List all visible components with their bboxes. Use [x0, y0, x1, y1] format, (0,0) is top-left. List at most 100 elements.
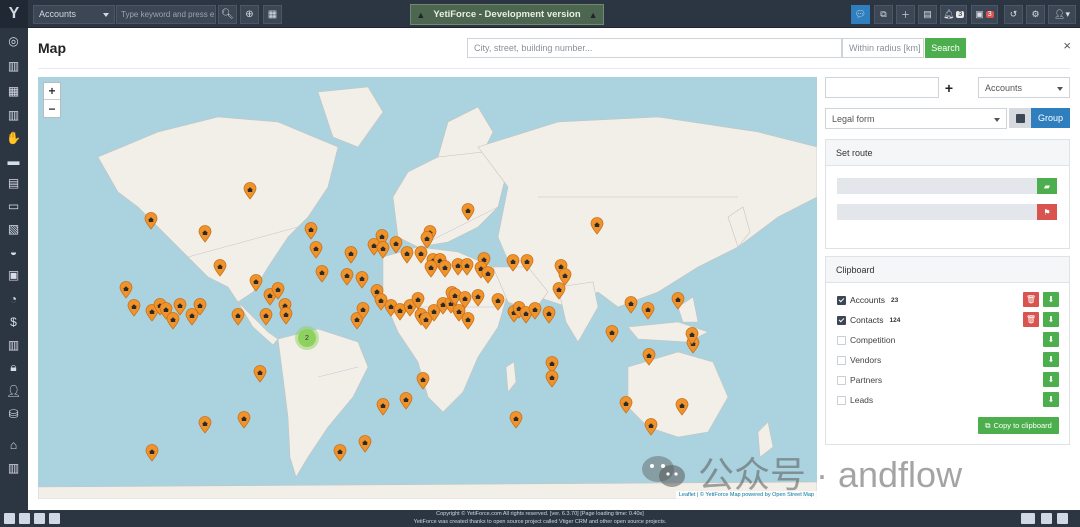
map-marker[interactable] — [237, 411, 251, 429]
dashboard-icon[interactable]: ◎ — [5, 32, 22, 49]
map-marker[interactable] — [590, 217, 604, 235]
map-marker[interactable] — [333, 444, 347, 462]
map-marker[interactable] — [127, 299, 141, 317]
clipboard-item[interactable]: Partners — [837, 373, 882, 387]
map-marker[interactable] — [675, 398, 689, 416]
history-button[interactable]: ↺ — [1004, 5, 1023, 24]
map-marker[interactable] — [624, 296, 638, 314]
address-search-button[interactable]: Search — [925, 38, 966, 58]
facebook-icon[interactable] — [34, 513, 45, 524]
download-icon[interactable]: ⬇ — [1043, 352, 1059, 367]
map-marker[interactable] — [213, 259, 227, 277]
chat-button[interactable]: 💬︎ — [851, 5, 870, 24]
map-marker[interactable] — [145, 444, 159, 462]
record-search-input[interactable] — [825, 77, 939, 98]
download-icon[interactable]: ⬇ — [1043, 332, 1059, 347]
copy-to-clipboard-button[interactable]: ⧉ Copy to clipboard — [978, 417, 1059, 434]
map-marker[interactable] — [416, 372, 430, 390]
map-marker[interactable] — [461, 312, 475, 330]
map-marker[interactable] — [605, 325, 619, 343]
map-marker[interactable] — [198, 225, 212, 243]
building-icon[interactable]: ▥ — [5, 57, 22, 74]
settings-button[interactable]: ⚙ — [1026, 5, 1045, 24]
truck-icon[interactable]: ▬ — [5, 152, 22, 169]
route-end-button[interactable]: ⚑ — [1037, 204, 1057, 220]
twitter-icon[interactable] — [19, 513, 30, 524]
clipboard-checkbox[interactable] — [837, 335, 846, 345]
map-marker[interactable] — [119, 281, 133, 299]
map-marker[interactable] — [355, 271, 369, 289]
map-marker[interactable] — [671, 292, 685, 310]
zoom-out-button[interactable]: − — [44, 100, 60, 117]
reminders-button[interactable]: ▣ 3 — [971, 5, 998, 24]
map-marker[interactable] — [506, 254, 520, 272]
map-marker[interactable] — [558, 268, 572, 286]
map-marker[interactable] — [376, 241, 390, 259]
map-marker[interactable] — [420, 231, 434, 249]
store-icon[interactable]: ▦ — [5, 82, 22, 99]
clipboard-checkbox[interactable] — [837, 395, 846, 405]
headset-icon[interactable]: ◔ — [5, 290, 22, 307]
clipboard-checkbox[interactable] — [837, 315, 846, 325]
map-marker[interactable] — [642, 348, 656, 366]
user-lock-icon[interactable]: 👤︎ — [5, 382, 22, 399]
warehouse-icon[interactable]: ▥ — [5, 336, 22, 353]
clipboard-item[interactable]: Accounts 23 — [837, 293, 898, 307]
close-icon[interactable]: × — [1063, 38, 1071, 53]
map-marker[interactable] — [520, 254, 534, 272]
map-marker[interactable] — [491, 293, 505, 311]
map-marker[interactable] — [376, 398, 390, 416]
map-marker[interactable] — [641, 302, 655, 320]
map-marker[interactable] — [193, 298, 207, 316]
download-icon[interactable]: ⬇ — [1043, 292, 1059, 307]
marker-cluster[interactable]: 2 — [298, 329, 316, 347]
linkedin-icon[interactable] — [4, 513, 15, 524]
download-icon[interactable]: ⬇ — [1043, 392, 1059, 407]
warehouse-icon[interactable]: ▤ — [5, 174, 22, 191]
route-start-field[interactable] — [837, 178, 1037, 194]
clipboard-item[interactable]: Leads — [837, 393, 873, 407]
map-marker[interactable] — [460, 258, 474, 276]
clipboard-checkbox[interactable] — [837, 375, 846, 385]
map-marker[interactable] — [528, 302, 542, 320]
id-card-icon[interactable]: ▭ — [5, 197, 22, 214]
map-marker[interactable] — [481, 266, 495, 284]
badge-icon[interactable] — [1057, 513, 1068, 524]
boxes-icon[interactable]: ▧ — [5, 220, 22, 237]
map-marker[interactable] — [144, 212, 158, 230]
map-marker[interactable] — [259, 308, 273, 326]
route-end-field[interactable] — [837, 204, 1037, 220]
zoom-in-button[interactable]: + — [44, 83, 60, 100]
handshake-icon[interactable]: ✋ — [5, 129, 22, 146]
map-marker[interactable] — [243, 182, 257, 200]
map-marker[interactable] — [358, 435, 372, 453]
map-marker[interactable] — [356, 302, 370, 320]
dollar-icon[interactable]: $ — [5, 313, 22, 330]
map-marker[interactable] — [309, 241, 323, 259]
global-search-module-select[interactable]: Accounts — [33, 5, 115, 24]
module-select[interactable]: Accounts — [978, 77, 1070, 98]
briefcase-icon[interactable]: ▣ — [5, 266, 22, 283]
address-search-input[interactable]: City, street, building number... — [467, 38, 842, 58]
plus-icon[interactable]: + — [941, 80, 957, 96]
map-marker[interactable] — [249, 274, 263, 292]
group-checkbox[interactable] — [1009, 108, 1031, 128]
map-marker[interactable] — [458, 291, 472, 309]
clipboard-button[interactable]: ⧉ — [874, 5, 893, 24]
map-marker[interactable] — [545, 370, 559, 388]
lock-icon[interactable]: 🔒︎ — [5, 359, 22, 376]
map-marker[interactable] — [461, 203, 475, 221]
route-start-button[interactable]: ▰ — [1037, 178, 1057, 194]
map-marker[interactable] — [471, 289, 485, 307]
map-marker[interactable] — [619, 396, 633, 414]
user-menu-button[interactable]: 👤︎▾ — [1048, 5, 1076, 24]
download-icon[interactable]: ⬇ — [1043, 312, 1059, 327]
delete-icon[interactable]: 🗑︎ — [1023, 292, 1039, 307]
clipboard-item[interactable]: Contacts 124 — [837, 313, 900, 327]
download-icon[interactable]: ⬇ — [1043, 372, 1059, 387]
map-marker[interactable] — [438, 260, 452, 278]
map-marker[interactable] — [340, 268, 354, 286]
delete-icon[interactable]: 🗑︎ — [1023, 312, 1039, 327]
map-marker[interactable] — [542, 306, 556, 324]
map-marker[interactable] — [344, 246, 358, 264]
